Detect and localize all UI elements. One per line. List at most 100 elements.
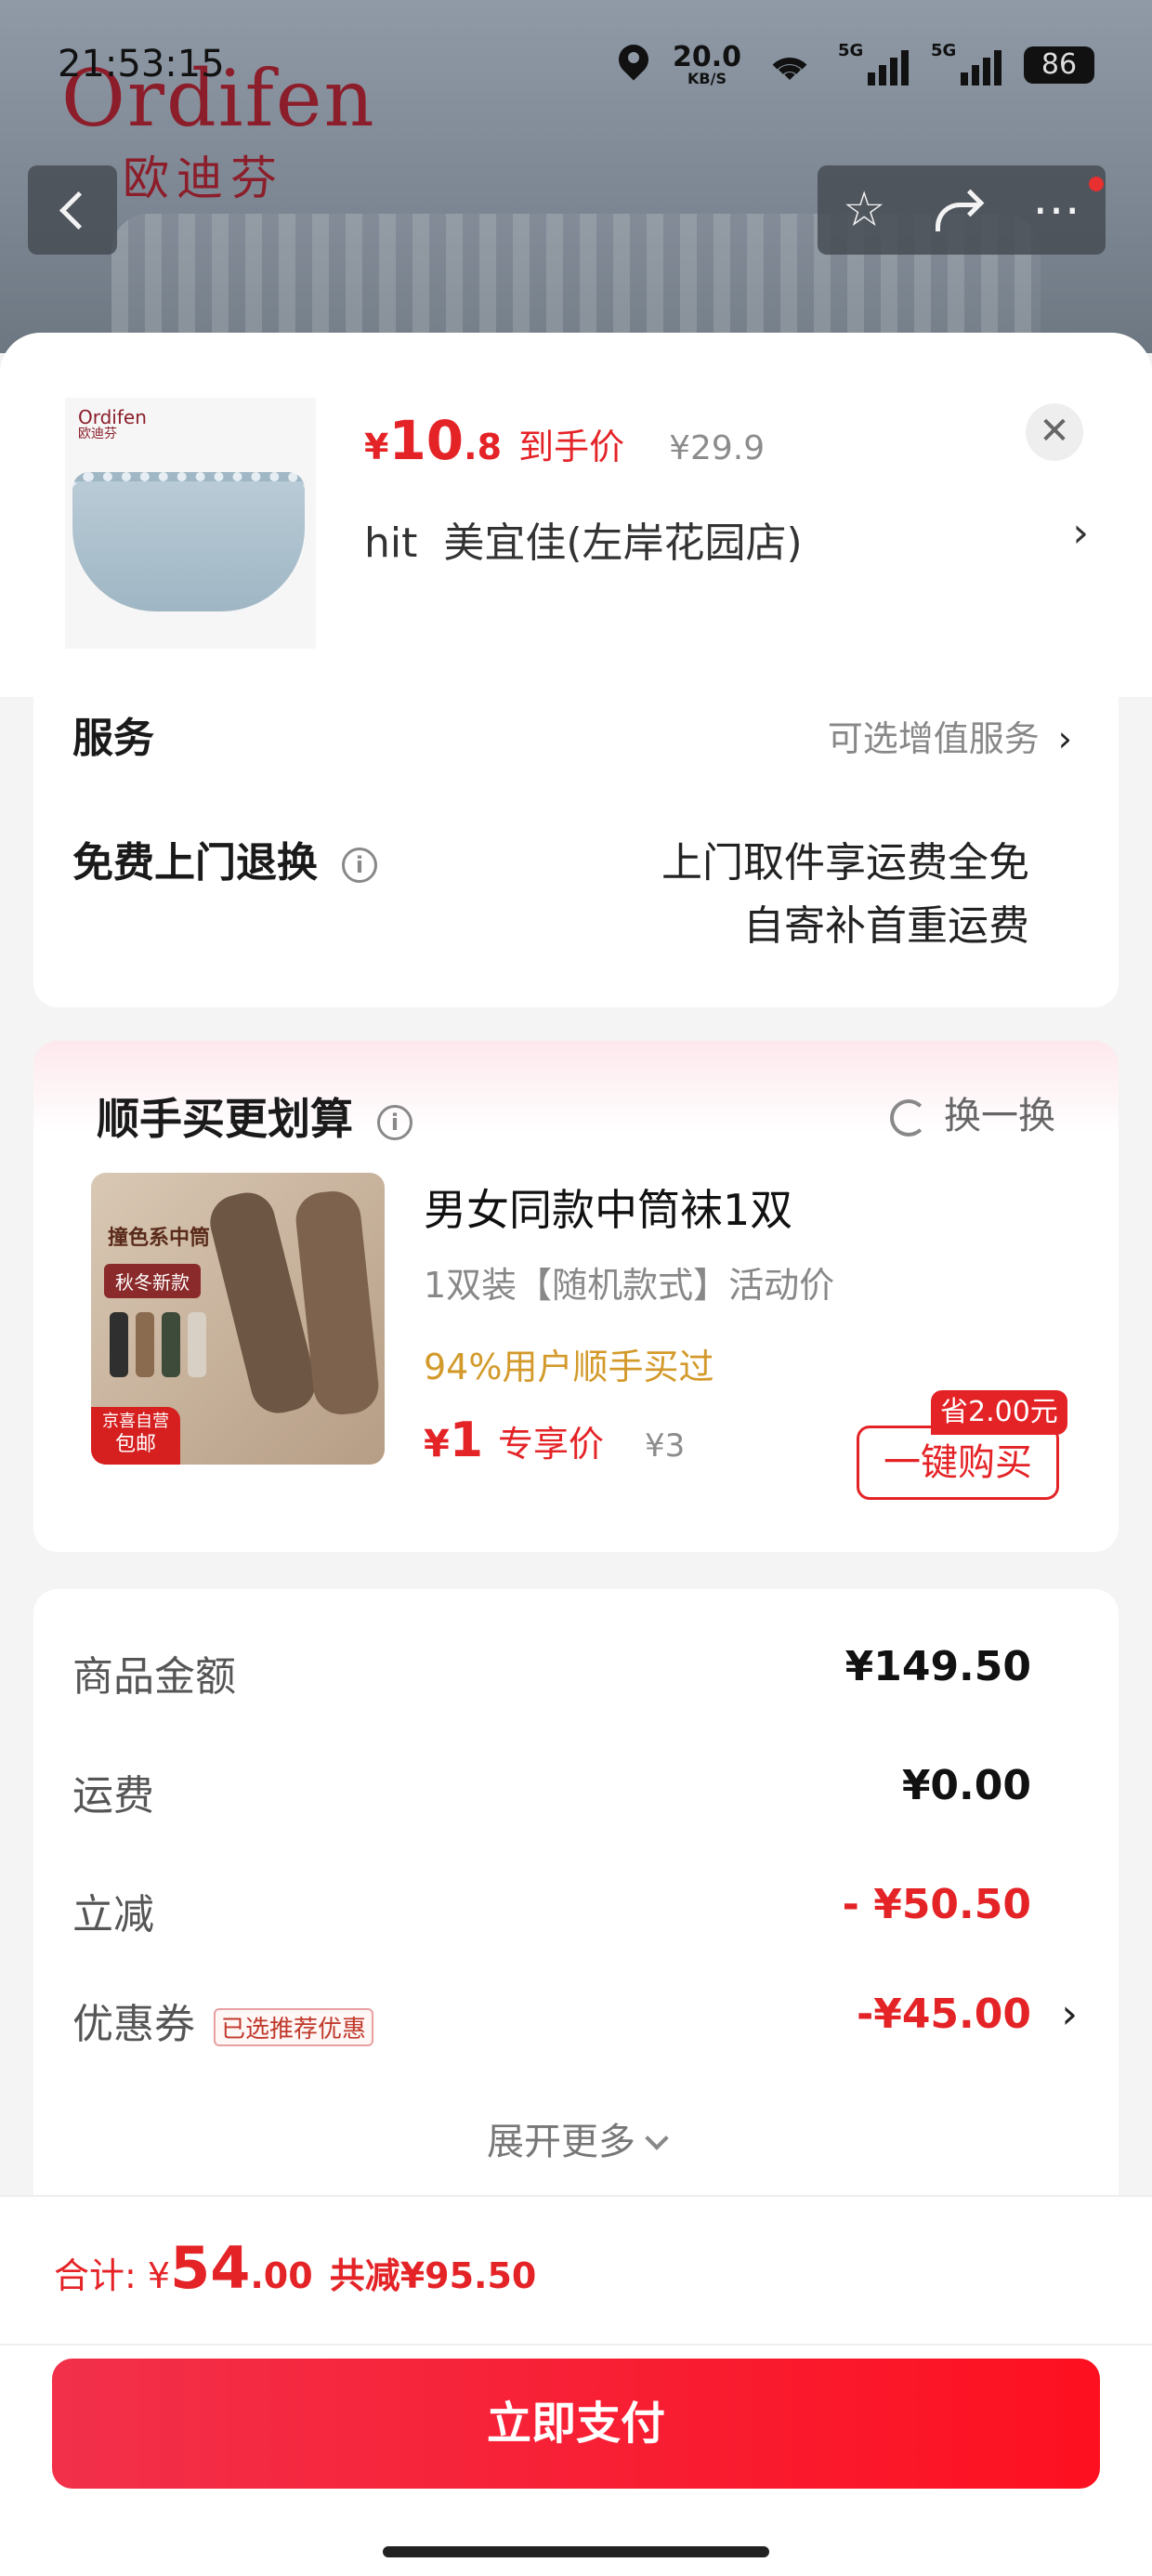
location-icon: [617, 43, 650, 87]
product-thumbnail[interactable]: Ordifen 欧迪芬: [65, 398, 316, 649]
optional-service-link[interactable]: 可选增值服务 ›: [828, 710, 1072, 761]
total-label: 合计:: [54, 2255, 137, 2296]
brand-name-cn: 欧迪芬: [123, 151, 284, 205]
refresh-icon: [890, 1099, 927, 1137]
sock-swatches: [110, 1312, 206, 1377]
free-return-label: 免费上门退换: [72, 839, 318, 887]
add-on-price-label: 专享价: [498, 1424, 605, 1465]
close-icon: ✕: [1039, 410, 1070, 453]
swap-button[interactable]: 换一换: [890, 1085, 1055, 1139]
battery-icon: 86: [1024, 46, 1094, 84]
share-icon[interactable]: [936, 191, 982, 231]
free-return-title: 免费上门退换 i: [72, 829, 377, 888]
speed-unit: KB/S: [687, 70, 727, 87]
save-badge: 省2.00元: [931, 1390, 1067, 1435]
total-row: 合计: ¥54.00 共减¥95.50: [54, 2234, 536, 2302]
notification-dot: [1089, 177, 1104, 191]
add-on-name: 男女同款中筒袜1双: [424, 1185, 793, 1235]
summary-row-goods: 商品金额 ¥149.50: [72, 1643, 1031, 1702]
speed-value: 20.0: [672, 41, 741, 73]
summary-label: 优惠券: [72, 2001, 195, 2048]
swap-label: 换一换: [944, 1095, 1055, 1137]
thumb-brand-en: Ordifen: [78, 406, 147, 428]
summary-row-shipping: 运费 ¥0.00: [72, 1762, 1031, 1821]
wifi-icon: [764, 45, 816, 85]
add-on-desc: 1双装【随机款式】活动价: [424, 1265, 835, 1306]
add-on-title-label: 顺手买更划算: [97, 1094, 353, 1144]
badge-line2: 包邮: [114, 1433, 156, 1457]
add-on-price: ¥1: [424, 1413, 483, 1468]
top-actions: ☆ ⋯: [818, 165, 1106, 255]
signal-icon: 5G: [838, 41, 909, 85]
store-name: 美宜佳(左岸花园店): [443, 519, 803, 567]
service-card: 服务 可选增值服务 › 免费上门退换 i 上门取件享运费全免 自寄补首重运费: [33, 697, 1119, 1007]
total-reduced: 共减¥95.50: [329, 2255, 537, 2296]
info-icon[interactable]: i: [342, 848, 377, 883]
badge-line1: 京喜自营: [102, 1412, 169, 1431]
price-int: 10: [388, 409, 465, 472]
summary-value: ¥149.50: [844, 1643, 1031, 1690]
total-dec: .00: [250, 2255, 313, 2296]
price-label: 到手价: [518, 427, 625, 467]
add-on-original-price: ¥3: [645, 1427, 686, 1465]
product-image-thumb: [72, 472, 305, 611]
add-on-popularity: 94%用户顺手买过: [424, 1347, 714, 1387]
network-speed: 20.0 KB/S: [673, 44, 741, 86]
home-indicator[interactable]: [383, 2546, 769, 2557]
add-on-price-row: ¥1 专享价 ¥3: [424, 1413, 685, 1468]
status-bar: 21:53:15 20.0 KB/S 5G 5G 86: [0, 41, 1152, 99]
chevron-right-icon: ›: [1057, 718, 1072, 759]
return-detail-1: 上门取件享运费全免: [661, 839, 1029, 887]
chevron-down-icon: [645, 2126, 669, 2150]
image-tag: 撞色系中筒: [108, 1227, 211, 1250]
store-row[interactable]: hit 美宜佳(左岸花园店) ›: [364, 509, 1089, 569]
expand-more-button[interactable]: 展开更多: [33, 2111, 1119, 2165]
summary-value: ¥0.00: [901, 1762, 1031, 1809]
service-title: 服务: [72, 715, 154, 762]
summary-label: 运费: [72, 1772, 154, 1820]
status-time: 21:53:15: [58, 43, 225, 85]
chevron-right-icon: ›: [1061, 1991, 1078, 2038]
sim2-label: 5G: [931, 41, 957, 60]
currency-symbol: ¥: [147, 2255, 171, 2296]
divider: [0, 2344, 1152, 2346]
summary-row-discount: 立减 - ¥50.50: [72, 1881, 1031, 1940]
summary-label: 立减: [72, 1891, 154, 1939]
thumb-brand: Ordifen 欧迪芬: [78, 407, 147, 441]
checkout-footer: 合计: ¥54.00 共减¥95.50 立即支付: [0, 2195, 1152, 2576]
store-prefix: hit: [364, 519, 418, 567]
final-price: ¥10.8: [364, 409, 502, 472]
original-price: ¥29.9: [669, 429, 766, 467]
pay-now-button[interactable]: 立即支付: [52, 2359, 1100, 2489]
add-on-price-value: 1: [449, 1413, 484, 1468]
return-detail-2: 自寄补首重运费: [743, 902, 1029, 950]
back-button[interactable]: [28, 165, 117, 255]
add-on-card: 顺手买更划算 i 换一换 撞色系中筒 秋冬新款 京喜自营 包邮 男女同款中筒袜1双…: [33, 1041, 1119, 1552]
more-icon[interactable]: ⋯: [1032, 182, 1080, 238]
info-icon[interactable]: i: [377, 1104, 412, 1140]
optional-service-label: 可选增值服务: [827, 718, 1040, 759]
price-dec: .8: [464, 427, 503, 467]
add-on-title: 顺手买更划算 i: [97, 1085, 412, 1147]
expand-label: 展开更多: [487, 2121, 635, 2163]
image-tag2: 秋冬新款: [104, 1264, 201, 1298]
star-icon[interactable]: ☆: [843, 182, 886, 238]
summary-label: 商品金额: [72, 1653, 236, 1701]
summary-row-coupon[interactable]: 优惠券 已选推荐优惠 -¥45.00 ›: [72, 1991, 1078, 2050]
close-button[interactable]: ✕: [1026, 403, 1083, 461]
add-on-image[interactable]: 撞色系中筒 秋冬新款 京喜自营 包邮: [91, 1173, 385, 1465]
currency-symbol: ¥: [364, 427, 389, 467]
total-int: 54: [170, 2234, 251, 2302]
summary-value: - ¥50.50: [842, 1881, 1031, 1928]
product-header: Ordifen 欧迪芬 ¥10.8 到手价 ¥29.9 hit 美宜佳(左岸花园…: [0, 333, 1152, 697]
price-row: ¥10.8 到手价 ¥29.9: [364, 409, 765, 472]
chevron-right-icon: ›: [1072, 509, 1089, 557]
currency-symbol: ¥: [424, 1423, 450, 1465]
sim1-label: 5G: [838, 41, 864, 60]
summary-value: -¥45.00: [856, 1991, 1031, 2038]
thumb-brand-cn: 欧迪芬: [78, 427, 117, 441]
coupon-tag: 已选推荐优惠: [214, 2007, 374, 2046]
free-shipping-badge: 京喜自营 包邮: [91, 1407, 180, 1465]
signal-icon-2: 5G: [931, 41, 1001, 85]
one-click-buy-button[interactable]: 一键购买: [857, 1426, 1059, 1500]
